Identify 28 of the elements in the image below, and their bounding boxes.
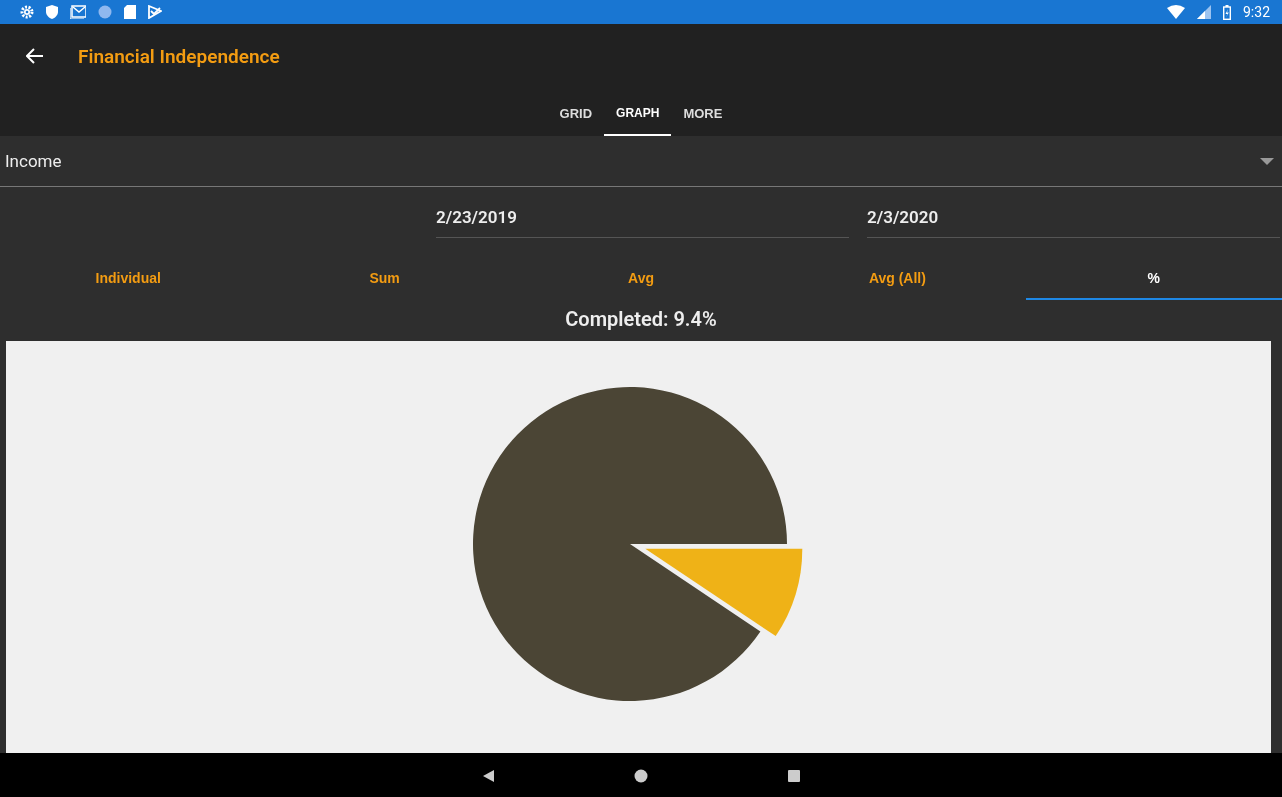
graph-mode-tab[interactable]: Avg (All) [769, 258, 1026, 300]
sd-card-icon [124, 5, 136, 19]
circle-icon [98, 5, 112, 19]
back-icon[interactable] [482, 769, 494, 782]
back-arrow-icon[interactable] [26, 48, 44, 64]
graph-mode-tab[interactable]: Sum [256, 258, 513, 300]
completion-summary: Completed: 9.4% [564, 306, 718, 333]
end-date-field[interactable]: 2/3/2020 [867, 207, 1280, 238]
tab[interactable]: GRID [547, 88, 605, 136]
tab[interactable]: MORE [671, 88, 735, 136]
category-dropdown[interactable]: Income [0, 136, 1282, 187]
wifi-icon [1167, 5, 1185, 19]
graph-mode-tab[interactable]: Individual [0, 258, 257, 300]
clock-time: 9:32 [1243, 4, 1270, 20]
battery-icon [1223, 4, 1231, 20]
checkmark-icon [148, 5, 162, 19]
tab[interactable]: GRAPH [604, 88, 672, 136]
recents-icon[interactable] [788, 769, 800, 782]
graph-mode-tab[interactable]: % [1025, 258, 1282, 300]
home-icon[interactable] [634, 768, 648, 783]
signal-icon [1197, 5, 1211, 19]
mail-icon [70, 5, 86, 19]
shield-icon [46, 5, 58, 19]
graph-mode-tab[interactable]: Avg [512, 258, 770, 300]
start-date-field[interactable]: 2/23/2019 [436, 207, 849, 238]
settings-icon [20, 5, 34, 19]
dropdown-caret-icon [1260, 157, 1274, 165]
app-title: Financial Independence [78, 44, 280, 68]
